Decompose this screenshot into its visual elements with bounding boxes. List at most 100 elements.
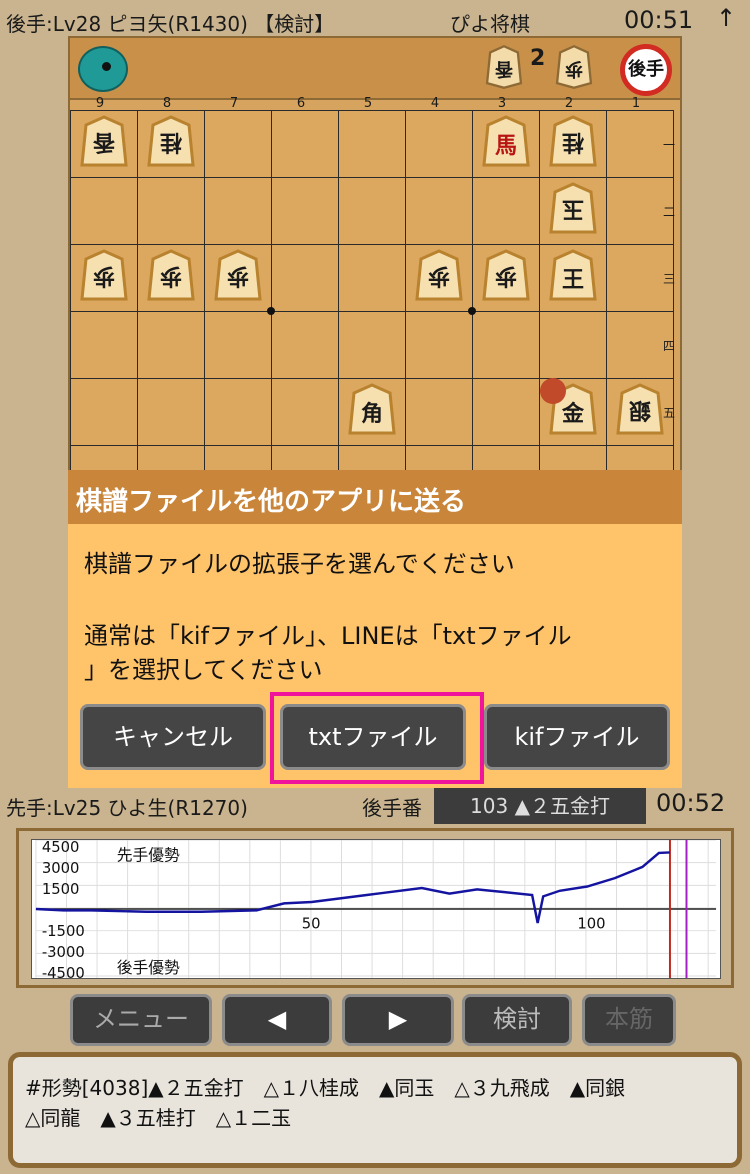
rank-label: 四 xyxy=(663,339,676,353)
y-tick-label: -1500 xyxy=(42,923,85,940)
shogi-piece[interactable]: 桂 xyxy=(145,115,197,173)
shogi-piece[interactable]: 角 xyxy=(346,383,398,441)
shogi-piece[interactable]: 香 xyxy=(78,115,130,173)
shogi-piece-label: 歩 xyxy=(93,263,116,289)
top-bar: 後手:Lv28 ピヨ矢(R1430) 【検討】 ぴよ将棋 00:51 ↑ xyxy=(0,0,750,38)
y-tick-label: 1500 xyxy=(42,881,80,898)
shogi-piece-label: 王 xyxy=(561,267,584,293)
shogi-piece-label: 歩 xyxy=(495,263,518,289)
shogi-piece[interactable]: 王 xyxy=(547,249,599,307)
shogi-piece[interactable]: 桂 xyxy=(547,115,599,173)
grid-line xyxy=(204,110,205,476)
grid-line xyxy=(70,110,674,111)
shogi-piece[interactable]: 銀 xyxy=(614,383,666,441)
file-label: 1 xyxy=(631,96,641,111)
hand-piece-lance[interactable]: 香 xyxy=(484,44,524,90)
arrow-up-icon[interactable]: ↑ xyxy=(716,4,736,32)
comment-line: △同龍 ▲３五桂打 △１二玉 xyxy=(25,1106,292,1130)
gote-player-info: 後手:Lv28 ピヨ矢(R1430) 【検討】 xyxy=(6,12,335,36)
shogi-piece-label: 香 xyxy=(93,129,116,155)
gote-clock: 00:51 xyxy=(624,6,694,34)
shogi-piece-label: 角 xyxy=(360,401,383,427)
file-labels: 9 8 7 6 5 4 3 2 1 xyxy=(68,96,682,111)
file-label: 9 xyxy=(95,96,105,111)
shogi-piece-label: 馬 xyxy=(494,133,517,159)
shogi-piece[interactable]: 歩 xyxy=(145,249,197,307)
triangle-left-icon: ◀ xyxy=(267,1005,287,1033)
shogi-piece-label: 歩 xyxy=(160,263,183,289)
grid-line xyxy=(338,110,339,476)
hand-piece-count: 2 xyxy=(530,46,546,71)
file-label: 5 xyxy=(363,96,373,111)
shogi-piece-label: 桂 xyxy=(562,129,585,155)
grid-line xyxy=(271,110,272,476)
side-badge: 後手 xyxy=(620,44,672,96)
hand-piece-pawn-label: 歩 xyxy=(565,58,583,79)
gote-hand-area: 香 2 歩 後手 xyxy=(70,38,680,100)
dialog-title: 棋譜ファイルを他のアプリに送る xyxy=(68,470,682,524)
kif-file-button[interactable]: kifファイル xyxy=(484,704,670,770)
study-button[interactable]: 検討 xyxy=(462,994,572,1046)
shogi-piece[interactable]: 歩 xyxy=(78,249,130,307)
grid-line xyxy=(70,244,674,245)
cancel-button[interactable]: キャンセル xyxy=(80,704,266,770)
sente-player-info: 先手:Lv25 ひよ生(R1270) xyxy=(6,796,248,820)
grid-line xyxy=(70,378,674,379)
last-move-display: 103 ▲２五金打 xyxy=(434,788,646,824)
rank-label: 二 xyxy=(663,205,676,219)
avatar xyxy=(78,46,128,92)
x-tick-label: 50 xyxy=(302,916,321,933)
grid-line xyxy=(405,110,406,476)
shogi-piece-label: 歩 xyxy=(227,263,250,289)
triangle-right-icon: ▶ xyxy=(388,1005,408,1033)
app-title: ぴよ将棋 xyxy=(450,12,530,36)
grid-line xyxy=(606,110,607,476)
dialog-message: 棋譜ファイルの拡張子を選んでください xyxy=(84,550,515,578)
menu-button[interactable]: メニュー xyxy=(70,994,212,1046)
hand-piece-lance-label: 香 xyxy=(495,58,513,79)
shogi-piece-label: 銀 xyxy=(629,397,652,423)
grid-line xyxy=(673,110,674,476)
y-tick-label: -4500 xyxy=(42,965,85,979)
rank-label: 一 xyxy=(663,138,676,152)
y-tick-label: 4500 xyxy=(42,839,80,856)
main-line-button[interactable]: 本筋 xyxy=(582,994,676,1046)
file-label: 7 xyxy=(229,96,239,111)
grid-line xyxy=(472,110,473,476)
file-label: 8 xyxy=(162,96,172,111)
turn-label: 後手番 xyxy=(362,796,422,820)
comment-box[interactable]: #形勢[4038]▲２五金打 △１八桂成 ▲同玉 △３九飛成 ▲同銀 △同龍 ▲… xyxy=(8,1052,742,1168)
shogi-piece[interactable]: 歩 xyxy=(413,249,465,307)
dialog-message: 通常は「kifファイル」、LINEは「txtファイル xyxy=(84,622,572,650)
shogi-piece-label: 桂 xyxy=(160,129,183,155)
grid-line xyxy=(70,110,71,476)
star-point xyxy=(468,307,476,315)
shogi-piece-label: 歩 xyxy=(428,263,451,289)
evaluation-graph[interactable]: 4500 3000 1500 -1500 -3000 -4500 50 100 先手優勢 後手優勢 xyxy=(16,828,734,988)
rank-label: 三 xyxy=(663,272,676,286)
shogi-piece[interactable]: 歩 xyxy=(212,249,264,307)
file-label: 6 xyxy=(296,96,306,111)
graph-canvas[interactable]: 4500 3000 1500 -1500 -3000 -4500 50 100 先手優勢後手優勢 xyxy=(31,839,721,979)
y-tick-label: 3000 xyxy=(42,860,80,877)
gote-advantage-label: 後手優勢 xyxy=(117,958,180,977)
last-move-marker xyxy=(540,378,566,404)
file-label: 2 xyxy=(564,96,574,111)
highlight-box xyxy=(270,692,484,784)
grid-line xyxy=(539,110,540,476)
sente-advantage-label: 先手優勢 xyxy=(117,846,180,865)
star-point xyxy=(267,307,275,315)
file-label: 3 xyxy=(497,96,507,111)
dialog-message: 」を選択してください xyxy=(84,656,323,684)
next-move-button[interactable]: ▶ xyxy=(342,994,454,1046)
sente-clock: 00:52 xyxy=(656,789,726,817)
comment-line: #形勢[4038]▲２五金打 △１八桂成 ▲同玉 △３九飛成 ▲同銀 xyxy=(25,1076,626,1100)
shogi-piece[interactable]: 玉 xyxy=(547,182,599,240)
shogi-piece[interactable]: 歩 xyxy=(480,249,532,307)
hand-piece-pawn[interactable]: 歩 xyxy=(554,44,594,90)
prev-move-button[interactable]: ◀ xyxy=(222,994,332,1046)
grid-line xyxy=(70,177,674,178)
grid-line xyxy=(70,311,674,312)
grid-line xyxy=(70,445,674,446)
shogi-piece[interactable]: 馬 xyxy=(480,115,532,173)
